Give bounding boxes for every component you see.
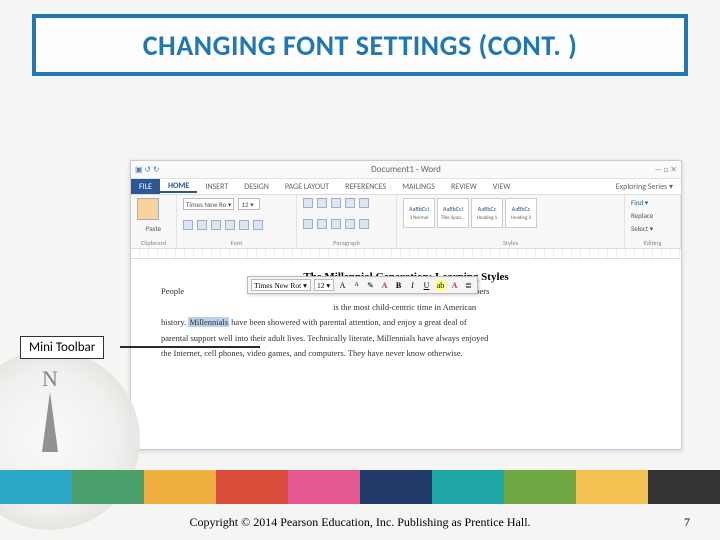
slide-title: CHANGING FONT SETTINGS (CONT. )	[143, 28, 578, 63]
mini-highlight-icon[interactable]: ab	[435, 280, 446, 291]
font-size-select[interactable]: 12 ▾	[238, 198, 260, 210]
mini-bullets-icon[interactable]: ≣	[463, 280, 474, 291]
bold-icon[interactable]	[183, 220, 193, 230]
paragraph-group-label: Paragraph	[303, 239, 390, 247]
ribbon-group-font: Times New Ro ▾ 12 ▾ Font	[177, 195, 297, 248]
page-number: 7	[684, 515, 690, 530]
subscript-icon[interactable]	[239, 220, 249, 230]
account-label[interactable]: Exploring Series ▾	[608, 182, 681, 192]
quick-access-toolbar[interactable]: ▣ ↺ ↻	[135, 161, 160, 179]
mini-bold[interactable]: B	[393, 280, 404, 291]
editing-group-label: Editing	[631, 239, 674, 247]
mini-font-name[interactable]: Times New Rot ▾	[251, 279, 311, 291]
find-button[interactable]: Find ▾	[631, 198, 674, 207]
mini-grow-font[interactable]: A	[337, 280, 348, 291]
font-name-select[interactable]: Times New Ro ▾	[183, 198, 234, 210]
select-button[interactable]: Select ▾	[631, 224, 674, 233]
justify-icon[interactable]	[345, 219, 355, 229]
indent-right-icon[interactable]	[359, 198, 369, 208]
ribbon-group-editing: Find ▾ Replace Select ▾ Editing	[625, 195, 681, 248]
footer-copyright: Copyright © 2014 Pearson Education, Inc.…	[0, 515, 720, 530]
mini-toolbar: Times New Rot ▾ 12 ▾ A A ✎ A B I U ab A …	[247, 276, 478, 294]
ribbon-group-paragraph: Paragraph	[297, 195, 397, 248]
tab-home[interactable]: HOME	[160, 181, 197, 193]
align-right-icon[interactable]	[331, 219, 341, 229]
mini-format-painter-icon[interactable]: ✎	[365, 280, 376, 291]
mini-italic[interactable]: I	[407, 280, 418, 291]
slide-title-box: CHANGING FONT SETTINGS (CONT. )	[32, 14, 688, 76]
styles-group-label: Styles	[403, 239, 618, 247]
color-stripe	[0, 470, 720, 504]
replace-button[interactable]: Replace	[631, 211, 674, 220]
doc-line-5: the Internet, cell phones, video games, …	[161, 347, 651, 361]
align-center-icon[interactable]	[317, 219, 327, 229]
callout-line	[120, 346, 260, 348]
style-heading2[interactable]: AaBbCcHeading 2	[505, 198, 537, 228]
tab-view[interactable]: VIEW	[485, 182, 519, 192]
mini-styles-icon[interactable]: A	[379, 280, 390, 291]
ruler[interactable]	[131, 249, 681, 259]
italic-icon[interactable]	[197, 220, 207, 230]
style-heading1[interactable]: AaBbCcHeading 1	[471, 198, 503, 228]
multilevel-icon[interactable]	[331, 198, 341, 208]
word-titlebar: ▣ ↺ ↻ Document1 - Word — □ ✕	[131, 161, 681, 179]
paste-label: Paste	[137, 224, 170, 233]
ribbon-group-styles: AaBbCcI1 Normal AaBbCcITitle Spaci... Aa…	[397, 195, 625, 248]
document-area[interactable]: Times New Rot ▾ 12 ▾ A A ✎ A B I U ab A …	[131, 259, 681, 371]
tab-references[interactable]: REFERENCES	[337, 182, 394, 192]
indent-left-icon[interactable]	[345, 198, 355, 208]
tab-page-layout[interactable]: PAGE LAYOUT	[277, 182, 337, 192]
numbering-icon[interactable]	[317, 198, 327, 208]
clipboard-label: Clipboard	[137, 239, 170, 247]
align-left-icon[interactable]	[303, 219, 313, 229]
window-controls[interactable]: — □ ✕	[655, 161, 677, 179]
bullets-icon[interactable]	[303, 198, 313, 208]
paste-icon[interactable]	[137, 198, 159, 220]
tab-insert[interactable]: INSERT	[197, 182, 236, 192]
ribbon: Paste Clipboard Times New Ro ▾ 12 ▾ Font	[131, 195, 681, 249]
tab-review[interactable]: REVIEW	[443, 182, 485, 192]
style-normal[interactable]: AaBbCcI1 Normal	[403, 198, 435, 228]
doc-line-4: parental support well into their adult l…	[161, 332, 651, 346]
font-group-label: Font	[183, 239, 290, 247]
word-app-window: ▣ ↺ ↻ Document1 - Word — □ ✕ FILE HOME I…	[130, 160, 682, 450]
mini-underline[interactable]: U	[421, 280, 432, 291]
mini-font-color-icon[interactable]: A	[449, 280, 460, 291]
font-color-icon[interactable]	[253, 220, 263, 230]
callout-mini-toolbar: Mini Toolbar	[20, 336, 104, 359]
tab-file[interactable]: FILE	[131, 179, 160, 194]
strike-icon[interactable]	[225, 220, 235, 230]
ribbon-group-clipboard: Paste Clipboard	[131, 195, 177, 248]
style-no-spacing[interactable]: AaBbCcITitle Spaci...	[437, 198, 469, 228]
mini-shrink-font[interactable]: A	[351, 280, 362, 291]
underline-icon[interactable]	[211, 220, 221, 230]
window-title: Document1 - Word	[371, 164, 441, 175]
doc-line-3: history. Millennials have been showered …	[161, 316, 651, 330]
selected-text[interactable]: Millennials	[188, 317, 229, 327]
ribbon-tabs: FILE HOME INSERT DESIGN PAGE LAYOUT REFE…	[131, 179, 681, 195]
doc-line-2: is the most child-centric time in Americ…	[161, 301, 651, 315]
shading-icon[interactable]	[359, 219, 369, 229]
tab-design[interactable]: DESIGN	[236, 182, 277, 192]
tab-mailings[interactable]: MAILINGS	[394, 182, 443, 192]
mini-font-size[interactable]: 12 ▾	[314, 279, 334, 291]
